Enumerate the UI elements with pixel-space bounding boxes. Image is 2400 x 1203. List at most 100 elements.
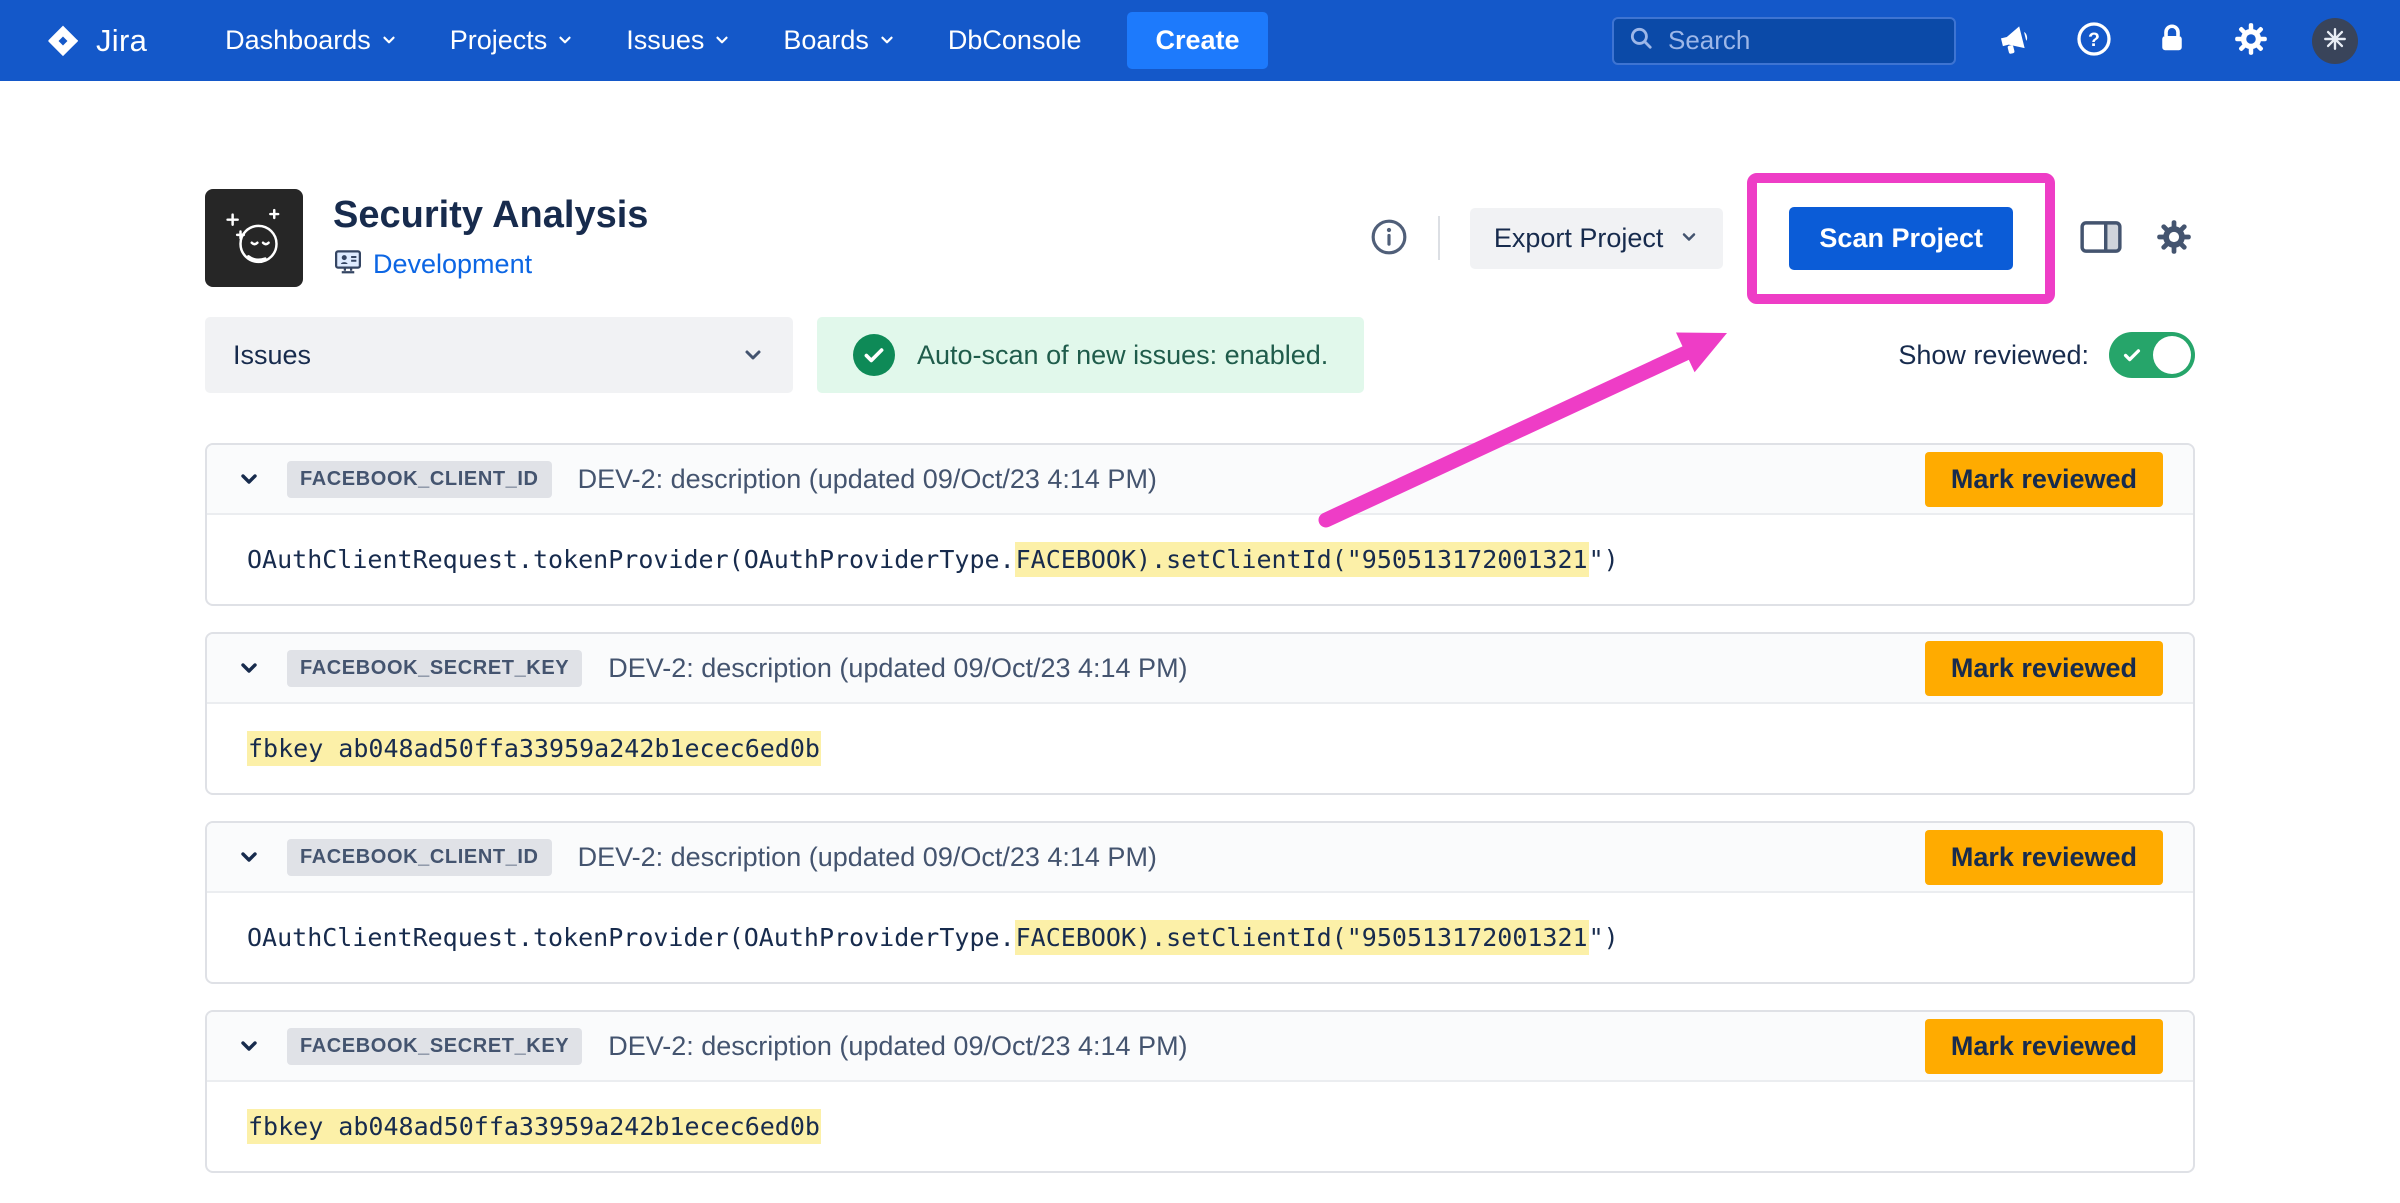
asterisk-icon [2322,26,2348,55]
gear-icon [2153,216,2195,261]
jira-security-analysis-page: Jira Dashboards Projects Issues [0,0,2400,1203]
project-subtitle: Development [333,247,648,282]
nav-item-label: Boards [783,25,869,56]
vertical-divider [1438,216,1440,260]
permissions-button[interactable] [2154,21,2190,60]
lock-icon [2154,21,2190,60]
show-reviewed-control: Show reviewed: [1898,332,2195,378]
search-input[interactable] [1666,24,1940,57]
mark-reviewed-button[interactable]: Mark reviewed [1925,1019,2163,1074]
autoscan-status-text: Auto-scan of new issues: enabled. [917,340,1328,371]
issue-card-header: FACEBOOK_SECRET_KEY DEV-2: description (… [207,1012,2193,1082]
finding-type-badge: FACEBOOK_CLIENT_ID [287,839,552,876]
doodle-face-icon [218,200,290,277]
issues-dropdown[interactable]: Issues [205,317,793,393]
chevron-down-icon [741,343,765,367]
board-panel-icon [2079,218,2123,259]
issue-title: DEV-2: description (updated 09/Oct/23 4:… [578,842,1157,873]
nav-item-projects[interactable]: Projects [450,25,575,56]
issue-card-header: FACEBOOK_CLIENT_ID DEV-2: description (u… [207,823,2193,893]
issue-card-header: FACEBOOK_CLIENT_ID DEV-2: description (u… [207,445,2193,515]
export-project-label: Export Project [1494,223,1664,254]
info-button[interactable] [1370,218,1408,259]
jira-brand[interactable]: Jira [42,20,147,62]
show-reviewed-toggle[interactable] [2109,332,2195,378]
top-navbar: Jira Dashboards Projects Issues [0,0,2400,81]
mark-reviewed-button[interactable]: Mark reviewed [1925,452,2163,507]
issue-code-snippet: OAuthClientRequest.tokenProvider(OAuthPr… [207,893,2193,982]
side-panel-button[interactable] [2079,218,2123,259]
issue-card: FACEBOOK_CLIENT_ID DEV-2: description (u… [205,443,2195,606]
nav-item-label: Projects [450,25,548,56]
jira-logo-icon [42,20,84,62]
nav-item-label: DbConsole [948,25,1082,56]
collapse-chevron-icon[interactable] [237,1034,261,1058]
nav-item-dbconsole[interactable]: DbConsole [948,25,1082,56]
issue-card-header: FACEBOOK_SECRET_KEY DEV-2: description (… [207,634,2193,704]
svg-text:?: ? [2088,29,2100,51]
question-mark-icon: ? [2076,21,2112,60]
nav-item-dashboards[interactable]: Dashboards [225,25,398,56]
issue-title: DEV-2: description (updated 09/Oct/23 4:… [608,1031,1187,1062]
page-title: Security Analysis [333,194,648,238]
chevron-down-icon [713,25,731,56]
issue-title: DEV-2: description (updated 09/Oct/23 4:… [578,464,1157,495]
toggle-knob [2153,336,2191,374]
header-actions: Export Project Scan Project [1370,207,2195,270]
toggle-check-icon [2121,344,2143,366]
global-search[interactable] [1612,17,1956,65]
scan-project-button[interactable]: Scan Project [1789,207,2013,270]
project-header: Security Analysis Development [205,189,2195,287]
project-avatar [205,189,303,287]
gear-icon [2232,20,2270,61]
nav-item-boards[interactable]: Boards [783,25,896,56]
chevron-down-icon [380,25,398,56]
announcements-button[interactable] [1996,20,2034,61]
issues-dropdown-value: Issues [233,340,311,371]
finding-type-badge: FACEBOOK_CLIENT_ID [287,461,552,498]
profile-avatar-button[interactable] [2312,18,2358,64]
issue-code-snippet: OAuthClientRequest.tokenProvider(OAuthPr… [207,515,2193,604]
nav-item-label: Issues [626,25,704,56]
chevron-down-icon [1679,223,1699,254]
project-settings-button[interactable] [2153,216,2195,261]
collapse-chevron-icon[interactable] [237,467,261,491]
nav-item-issues[interactable]: Issues [626,25,731,56]
scan-project-wrapper: Scan Project [1789,207,2013,270]
collapse-chevron-icon[interactable] [237,845,261,869]
filter-row: Issues Auto-scan of new issues: enabled.… [205,317,2195,393]
mark-reviewed-button[interactable]: Mark reviewed [1925,641,2163,696]
mark-reviewed-button[interactable]: Mark reviewed [1925,830,2163,885]
issue-card: FACEBOOK_SECRET_KEY DEV-2: description (… [205,632,2195,795]
primary-nav: Dashboards Projects Issues Boards [225,25,1081,56]
issue-title: DEV-2: description (updated 09/Oct/23 4:… [608,653,1187,684]
brand-name: Jira [96,23,147,59]
megaphone-icon [1996,20,2034,61]
project-text-block: Security Analysis Development [333,194,648,282]
chevron-down-icon [556,25,574,56]
issue-code-snippet: fbkey ab048ad50ffa33959a242b1ecec6ed0b [207,1082,2193,1171]
collapse-chevron-icon[interactable] [237,656,261,680]
finding-type-badge: FACEBOOK_SECRET_KEY [287,1028,582,1065]
check-circle-icon [853,334,895,376]
development-project-icon [333,247,363,282]
issue-card: FACEBOOK_CLIENT_ID DEV-2: description (u… [205,821,2195,984]
issue-card-list: FACEBOOK_CLIENT_ID DEV-2: description (u… [205,443,2195,1173]
finding-type-badge: FACEBOOK_SECRET_KEY [287,650,582,687]
project-link[interactable]: Development [373,249,532,280]
create-button[interactable]: Create [1127,12,1267,69]
app-avatar [2312,18,2358,64]
info-icon [1370,218,1408,259]
issue-code-snippet: fbkey ab048ad50ffa33959a242b1ecec6ed0b [207,704,2193,793]
navbar-icon-group: ? [1996,18,2358,64]
autoscan-status-pill: Auto-scan of new issues: enabled. [817,317,1364,393]
nav-item-label: Dashboards [225,25,371,56]
export-project-button[interactable]: Export Project [1470,208,1724,269]
search-icon [1628,25,1654,56]
main-content: Security Analysis Development [205,189,2195,1173]
settings-button[interactable] [2232,20,2270,61]
chevron-down-icon [878,25,896,56]
show-reviewed-label: Show reviewed: [1898,340,2089,371]
issue-card: FACEBOOK_SECRET_KEY DEV-2: description (… [205,1010,2195,1173]
help-button[interactable]: ? [2076,21,2112,60]
